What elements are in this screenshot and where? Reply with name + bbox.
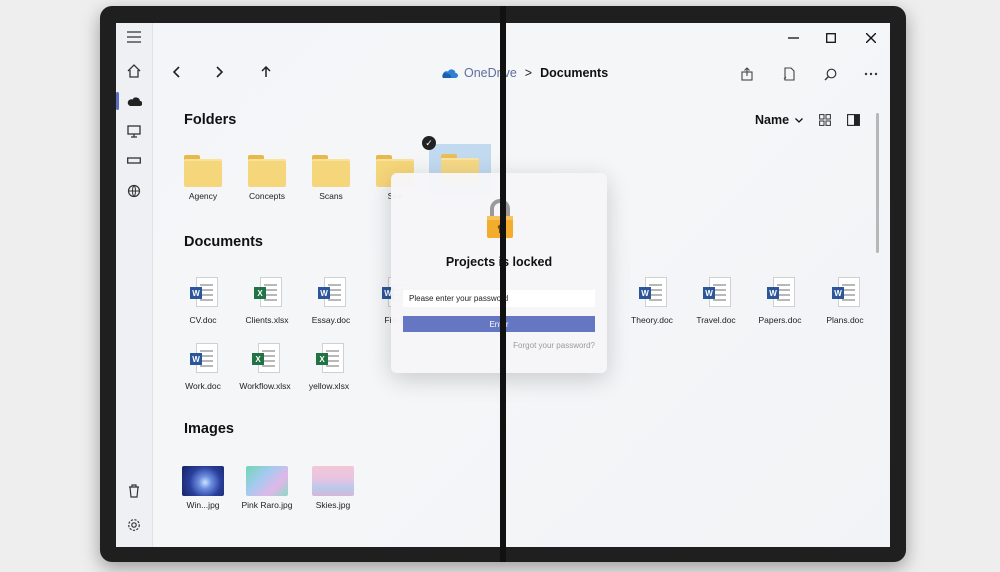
document-label: Work.doc (185, 381, 221, 391)
forgot-password-link[interactable]: Forgot your password? (513, 341, 595, 350)
onedrive-cloud-icon (441, 68, 458, 79)
document-label: CV.doc (189, 315, 217, 325)
folders-heading: Folders (184, 112, 237, 128)
dialog-title: Projects is locked (445, 255, 553, 269)
word-file-icon: W (188, 277, 218, 311)
document-label: Workflow.xlsx (239, 381, 291, 391)
trash-icon[interactable] (124, 481, 144, 501)
document-item[interactable]: W Theory.doc (620, 277, 684, 325)
excel-file-icon: X (250, 343, 280, 377)
image-label: Win...jpg (186, 500, 220, 510)
more-options-icon[interactable] (860, 63, 882, 85)
image-thumbnail (312, 466, 354, 496)
password-input[interactable] (403, 290, 595, 307)
enter-button[interactable]: Enter (403, 316, 595, 332)
document-item[interactable]: X Clients.xlsx (235, 277, 299, 325)
word-file-icon: W (765, 277, 795, 311)
word-file-icon: W (830, 277, 860, 311)
chevron-down-icon (795, 117, 804, 123)
folder-label: Scans (319, 191, 343, 201)
minimize-button[interactable] (781, 28, 805, 48)
menu-icon[interactable] (124, 27, 144, 47)
document-label: Clients.xlsx (245, 315, 289, 325)
drive-icon[interactable] (124, 151, 144, 171)
home-icon[interactable] (124, 61, 144, 81)
images-heading: Images (184, 421, 234, 437)
word-file-icon: W (637, 277, 667, 311)
document-label: Travel.doc (696, 315, 736, 325)
document-item[interactable]: W Plans.doc (813, 277, 877, 325)
word-file-icon: W (188, 343, 218, 377)
document-item[interactable]: W Travel.doc (684, 277, 748, 325)
scrollbar[interactable] (876, 113, 879, 253)
image-item[interactable]: Pink Raro.jpg (235, 466, 299, 510)
image-item[interactable]: Skies.jpg (301, 466, 365, 510)
document-item[interactable]: W Papers.doc (748, 277, 812, 325)
onedrive-icon[interactable] (124, 91, 144, 111)
back-button[interactable] (165, 61, 187, 83)
image-thumbnail (246, 466, 288, 496)
active-indicator (116, 92, 119, 110)
device-hinge (500, 6, 506, 562)
documents-heading: Documents (184, 234, 263, 250)
document-item[interactable]: X Workflow.xlsx (233, 343, 297, 391)
locked-folder-dialog: Projects is locked Enter Forgot your pas… (391, 173, 607, 373)
image-label: Pink Raro.jpg (241, 500, 293, 510)
network-icon[interactable] (124, 181, 144, 201)
image-label: Skies.jpg (315, 500, 351, 510)
maximize-button[interactable] (819, 28, 843, 48)
forward-button[interactable] (209, 61, 231, 83)
new-item-icon[interactable] (778, 63, 800, 85)
word-file-icon: W (701, 277, 731, 311)
document-item[interactable]: X yellow.xlsx (297, 343, 361, 391)
document-item[interactable]: W CV.doc (171, 277, 235, 325)
close-button[interactable] (859, 28, 883, 48)
document-label: Theory.doc (631, 315, 673, 325)
breadcrumb-documents: Documents (540, 66, 609, 80)
sort-dropdown[interactable]: Name (755, 113, 804, 127)
image-thumbnail (182, 466, 224, 496)
document-item[interactable]: W Work.doc (171, 343, 235, 391)
settings-gear-icon[interactable] (124, 515, 144, 535)
document-item[interactable]: W Essay.doc (299, 277, 363, 325)
folder-label: Agency (188, 191, 218, 201)
folder-icon (248, 155, 286, 187)
folder-icon (312, 155, 350, 187)
up-button[interactable] (255, 61, 277, 83)
folder-item[interactable]: Agency (171, 155, 235, 201)
details-pane-icon[interactable] (845, 112, 861, 128)
breadcrumb: OneDrive > Documents (441, 63, 608, 83)
share-icon[interactable] (736, 63, 758, 85)
grid-view-icon[interactable] (817, 112, 833, 128)
word-file-icon: W (316, 277, 346, 311)
folder-icon (184, 155, 222, 187)
folder-item[interactable]: Scans (299, 155, 363, 201)
excel-file-icon: X (252, 277, 282, 311)
breadcrumb-separator: > (524, 66, 533, 80)
breadcrumb-onedrive[interactable]: OneDrive (464, 66, 517, 80)
selection-check-icon[interactable]: ✓ (422, 136, 436, 150)
sort-label: Name (755, 113, 790, 127)
image-item[interactable]: Win...jpg (171, 466, 235, 510)
excel-file-icon: X (314, 343, 344, 377)
search-icon[interactable] (819, 63, 841, 85)
navigation-rail (116, 23, 153, 547)
document-label: Essay.doc (311, 315, 351, 325)
document-label: Plans.doc (826, 315, 864, 325)
this-pc-icon[interactable] (124, 122, 144, 142)
folder-label: Concepts (249, 191, 285, 201)
folder-item[interactable]: Concepts (235, 155, 299, 201)
document-label: yellow.xlsx (308, 381, 350, 391)
document-label: Papers.doc (758, 315, 802, 325)
